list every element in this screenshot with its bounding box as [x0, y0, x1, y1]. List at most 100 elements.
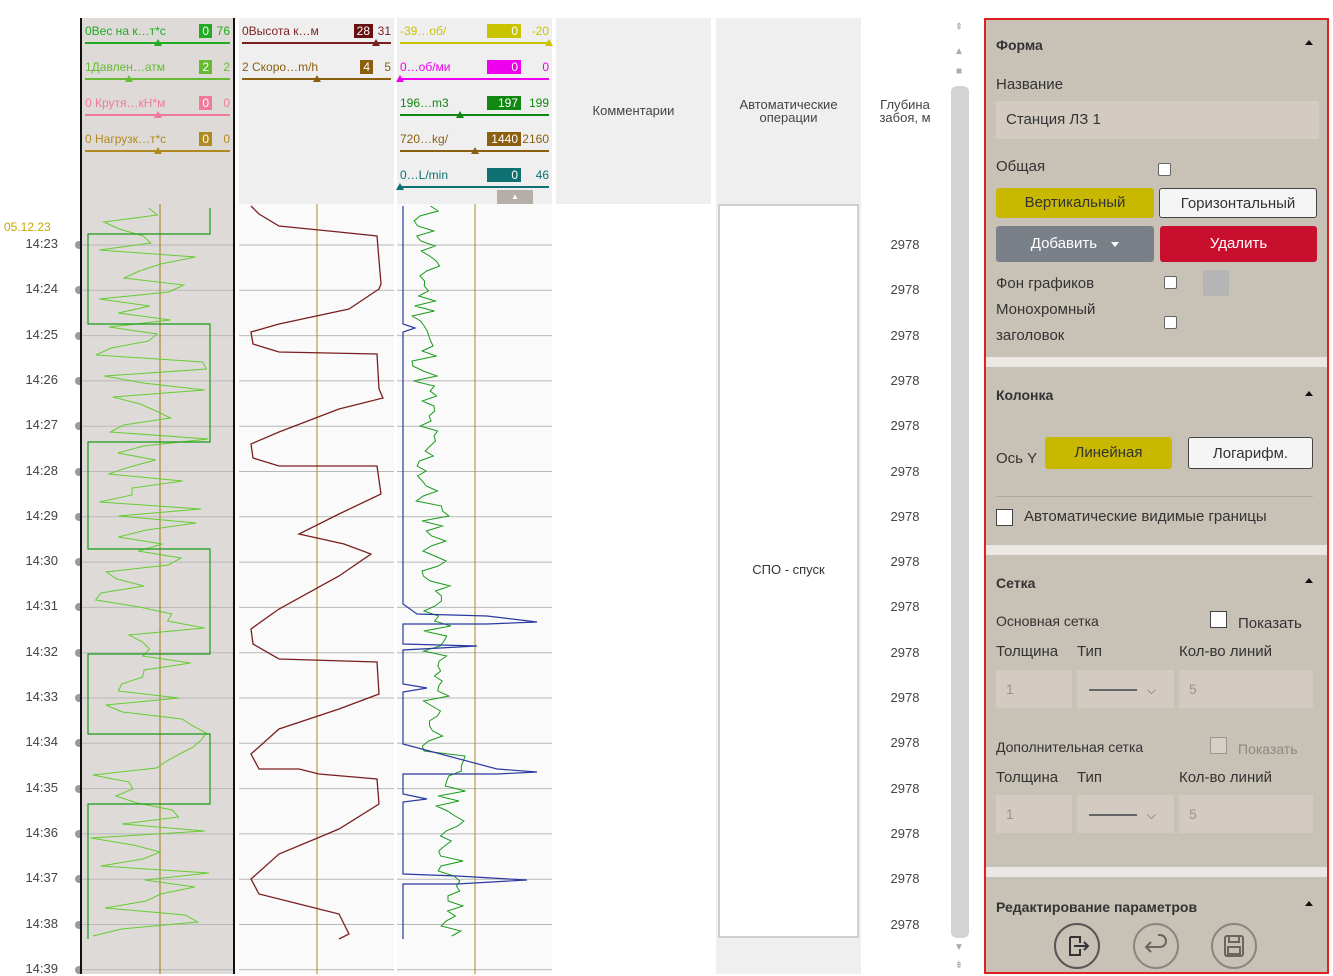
- common-checkbox[interactable]: [1158, 163, 1171, 176]
- auto-bounds-checkbox[interactable]: [996, 509, 1013, 526]
- param-value-badge: 0: [487, 60, 521, 74]
- param-row[interactable]: 0Вес на к…т*с 0 76: [85, 22, 230, 48]
- vertical-button[interactable]: Вертикальный: [996, 188, 1154, 218]
- depth-value: 2978: [890, 282, 920, 298]
- collapse-forma-icon[interactable]: [1305, 40, 1313, 45]
- param-scale-line: [242, 42, 391, 44]
- param-marker[interactable]: [396, 183, 404, 190]
- section-kolonka: Колонка Ось Y Линейная Логарифм. Автомат…: [986, 367, 1327, 545]
- param-value-badge: 0: [487, 168, 521, 182]
- setka-title[interactable]: Сетка: [996, 575, 1035, 591]
- depth-value: 2978: [890, 599, 920, 615]
- time-label: 14:37: [25, 870, 58, 886]
- export-icon[interactable]: [1054, 923, 1100, 969]
- header-expand-toggle[interactable]: ▲: [497, 190, 533, 204]
- time-label: 14:34: [25, 734, 58, 750]
- add-dropdown-button[interactable]: Добавить: [996, 226, 1154, 262]
- main-thickness-input[interactable]: 1: [996, 670, 1072, 708]
- param-marker[interactable]: [455, 111, 464, 118]
- save-icon[interactable]: [1211, 923, 1257, 969]
- collapse-edit-icon[interactable]: [1305, 901, 1313, 906]
- extra-lines-input[interactable]: 5: [1179, 795, 1313, 833]
- param-marker[interactable]: [153, 147, 162, 154]
- param-marker[interactable]: [153, 39, 162, 46]
- track-depth[interactable]: Глубина забоя, м 2978 2978 2978 2978 2978 297…: [864, 18, 946, 974]
- track-weight-pressure[interactable]: 0Вес на к…т*с 0 76 1Давлен…атм 2 2 0 Крутя…кН*…: [80, 18, 235, 974]
- param-name: 720…kg/: [400, 132, 449, 146]
- track-height-speed[interactable]: 0Высота к…м 28 31 2 Скоро…m/h 4 5: [239, 18, 394, 974]
- param-row[interactable]: 196…m3 197 199: [400, 94, 549, 120]
- track2-header[interactable]: 0Высота к…м 28 31 2 Скоро…m/h 4 5: [239, 18, 394, 204]
- param-row[interactable]: 0Высота к…м 28 31: [242, 22, 391, 48]
- depth-value: 2978: [890, 418, 920, 434]
- param-marker[interactable]: [312, 75, 321, 82]
- delete-button[interactable]: Удалить: [1160, 226, 1317, 262]
- line-style-icon: [1089, 689, 1137, 692]
- track-auto-operations[interactable]: Автоматические операции СПО - спуск: [716, 18, 861, 974]
- track1-header[interactable]: 0Вес на к…т*с 0 76 1Давлен…атм 2 2 0 Крутя…кН*…: [82, 18, 233, 204]
- param-row[interactable]: 1Давлен…атм 2 2: [85, 58, 230, 84]
- extra-thickness-input[interactable]: 1: [996, 795, 1072, 833]
- name-input[interactable]: Станция ЛЗ 1: [996, 101, 1319, 139]
- extra-grid-show-checkbox[interactable]: [1210, 737, 1227, 754]
- main-lines-input[interactable]: 5: [1179, 670, 1313, 708]
- log-button[interactable]: Логарифм.: [1188, 437, 1313, 469]
- collapse-kolonka-icon[interactable]: [1305, 391, 1313, 396]
- track3-plot: [397, 204, 552, 974]
- bg-checkbox[interactable]: [1164, 276, 1177, 289]
- param-marker[interactable]: [396, 75, 404, 82]
- bg-color-swatch[interactable]: [1203, 270, 1229, 296]
- extra-type-select[interactable]: ⌵: [1077, 795, 1174, 833]
- param-row[interactable]: 720…kg/1440 2160: [400, 130, 549, 156]
- scroll-center-icon[interactable]: ■: [953, 66, 965, 77]
- param-marker[interactable]: [372, 39, 381, 46]
- type-label: Тип: [1077, 643, 1103, 660]
- depth-value: 2978: [890, 825, 920, 841]
- param-marker[interactable]: [470, 147, 479, 154]
- properties-panel[interactable]: Форма Название Станция ЛЗ 1 Общая Вертик…: [984, 18, 1329, 974]
- main-type-select[interactable]: ⌵: [1077, 670, 1174, 708]
- track2-chart: [239, 204, 394, 974]
- depth-value: 2978: [890, 780, 920, 796]
- param-marker[interactable]: [124, 75, 133, 82]
- linear-button[interactable]: Линейная: [1045, 437, 1172, 469]
- main-grid-show-checkbox[interactable]: [1210, 611, 1227, 628]
- scroll-thumb[interactable]: [951, 86, 969, 938]
- scroll-up-icon[interactable]: ▲: [953, 46, 965, 57]
- param-value-badge: 0: [199, 96, 212, 110]
- forma-title[interactable]: Форма: [996, 37, 1043, 53]
- time-label: 14:33: [25, 689, 58, 704]
- comments-title: Комментарии: [592, 103, 675, 118]
- undo-icon[interactable]: [1133, 923, 1179, 969]
- param-row[interactable]: 2 Скоро…m/h 4 5: [242, 58, 391, 84]
- depth-values: 2978 2978 2978 2978 2978 2978 2978 2978 2978 2978…: [864, 204, 946, 974]
- kolonka-title[interactable]: Колонка: [996, 387, 1053, 403]
- depth-value: 2978: [890, 372, 920, 388]
- track-rotation-flow[interactable]: -39…об/0 -20 0…об/ми 0 0 196…m3 197 199 720…kg/1…: [396, 18, 553, 974]
- param-row[interactable]: 0 Крутя…кН*м 0 0: [85, 94, 230, 120]
- scroll-top-icon[interactable]: ⇞: [953, 22, 965, 33]
- time-label: 14:25: [25, 326, 58, 342]
- param-row[interactable]: 0…L/min 0 46: [396, 166, 549, 192]
- chevron-down-icon: ⌵: [1146, 808, 1156, 822]
- param-row[interactable]: -39…об/0 -20: [400, 22, 553, 48]
- mono-checkbox[interactable]: [1164, 316, 1177, 329]
- param-marker[interactable]: [153, 111, 162, 118]
- param-name: 0…L/min: [400, 168, 449, 182]
- param-row[interactable]: 0 Нагрузк…т*с 0 0: [85, 130, 230, 156]
- comments-area[interactable]: [556, 204, 711, 974]
- vertical-scrollbar[interactable]: ⇞ ▲ ■ ▼ ⇟: [948, 18, 970, 974]
- edit-params-title[interactable]: Редактирование параметров: [996, 899, 1197, 915]
- collapse-setka-icon[interactable]: [1305, 578, 1313, 583]
- operation-block[interactable]: СПО - спуск: [718, 204, 859, 938]
- scroll-down-icon[interactable]: ▼: [953, 942, 965, 953]
- depth-value: 2978: [890, 644, 920, 660]
- track3-header[interactable]: -39…об/0 -20 0…об/ми 0 0 196…m3 197 199 720…kg/1…: [396, 18, 553, 204]
- track-comments[interactable]: Комментарии: [556, 18, 711, 974]
- param-marker[interactable]: [545, 39, 553, 46]
- param-name: 0 Нагрузк…т*с: [85, 132, 167, 146]
- horizontal-button[interactable]: Горизонтальный: [1159, 188, 1317, 218]
- param-row[interactable]: 0…об/ми 0 0: [396, 58, 549, 84]
- scroll-bottom-icon[interactable]: ⇟: [953, 960, 965, 971]
- lines-count-label: Кол-во линий: [1179, 643, 1272, 660]
